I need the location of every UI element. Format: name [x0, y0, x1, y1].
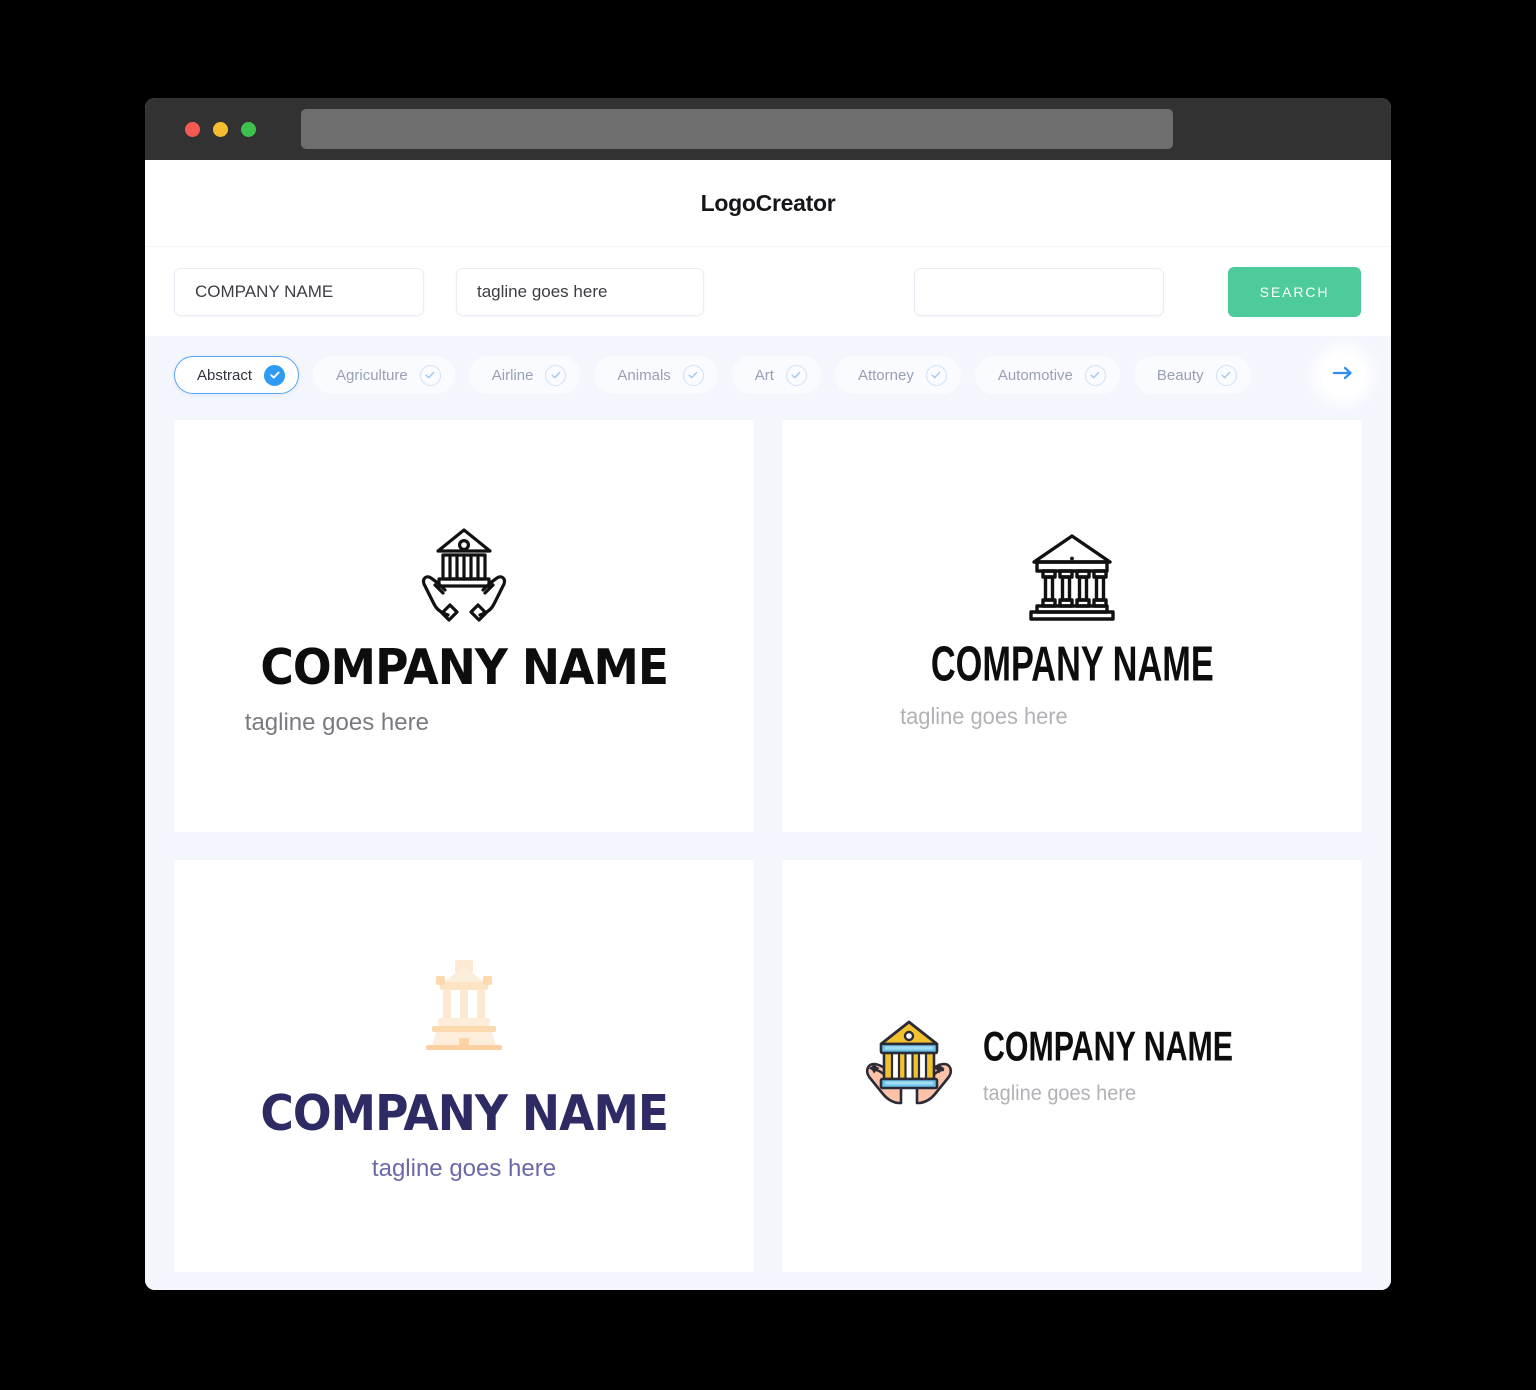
category-chip-art[interactable]: Art	[731, 356, 821, 394]
company-name-value: COMPANY NAME	[195, 281, 334, 301]
company-name-input[interactable]: COMPANY NAME	[174, 267, 424, 316]
category-chip-automotive[interactable]: Automotive	[974, 356, 1120, 394]
check-icon	[682, 364, 704, 386]
logo-card-1[interactable]: COMPANY NAME tagline goes here	[174, 420, 754, 832]
category-chip-label: Automotive	[997, 366, 1073, 384]
bank-in-hands-outline-icon	[412, 518, 516, 627]
check-icon	[1215, 364, 1237, 386]
check-icon	[545, 364, 567, 386]
logo-card-4[interactable]: COMPANY NAME tagline goes here	[782, 860, 1362, 1272]
browser-window: LogoCreator COMPANY NAME tagline goes he…	[145, 98, 1391, 1290]
logo-results-grid: COMPANY NAME tagline goes here COMPANY N…	[145, 414, 1391, 1290]
url-bar[interactable]	[301, 109, 1173, 149]
logo-company-name: COMPANY NAME	[260, 1084, 669, 1142]
logo-text-block: COMPANY NAME tagline goes here	[245, 643, 683, 735]
bank-building-peach-flat-icon	[412, 952, 516, 1057]
logo-card-2[interactable]: COMPANY NAME tagline goes here	[782, 420, 1362, 832]
check-icon	[264, 364, 286, 386]
check-icon	[1084, 364, 1106, 386]
tagline-input[interactable]: tagline goes here	[456, 267, 704, 316]
logo-tagline: tagline goes here	[371, 1154, 557, 1182]
keyword-input[interactable]	[914, 267, 1164, 316]
category-chip-label: Agriculture	[336, 366, 408, 384]
category-chip-label: Beauty	[1156, 366, 1204, 384]
arrow-right-icon	[1332, 365, 1354, 386]
category-chip-label: Animals	[617, 366, 671, 384]
category-chip-agriculture[interactable]: Agriculture	[313, 356, 455, 394]
category-chip-airline[interactable]: Airline	[468, 356, 581, 394]
logo-company-name: COMPANY NAME	[260, 638, 669, 696]
category-chip-abstract[interactable]: Abstract	[174, 356, 300, 394]
logo-text-block: COMPANY NAME tagline goes here	[891, 637, 1254, 729]
logo-tagline: tagline goes here	[982, 1082, 1136, 1105]
tagline-value: tagline goes here	[477, 281, 608, 301]
logo-card-3[interactable]: COMPANY NAME tagline goes here	[174, 860, 754, 1272]
category-chip-label: Airline	[491, 366, 534, 384]
category-chip-attorney[interactable]: Attorney	[834, 356, 961, 394]
app-header: LogoCreator	[145, 160, 1391, 246]
category-chips-row: Abstract Agriculture Airline Animals Art…	[145, 336, 1391, 414]
logo-company-name: COMPANY NAME	[982, 1023, 1233, 1070]
category-chip-label: Art	[754, 366, 774, 384]
categories-next-button[interactable]	[1321, 353, 1365, 397]
logo-tagline: tagline goes here	[244, 708, 429, 736]
app-brand-title: LogoCreator	[700, 189, 836, 216]
check-icon	[419, 364, 441, 386]
category-chip-label: Abstract	[197, 366, 253, 384]
category-chip-label: Attorney	[857, 366, 914, 384]
check-icon	[925, 364, 947, 386]
close-window-button[interactable]	[185, 121, 200, 137]
browser-titlebar	[145, 98, 1391, 160]
traffic-lights	[185, 121, 256, 137]
logo-company-name: COMPANY NAME	[930, 637, 1214, 692]
logo-text-block: COMPANY NAME tagline goes here	[982, 1023, 1288, 1105]
logo-text-block: COMPANY NAME tagline goes here	[245, 1089, 683, 1181]
maximize-window-button[interactable]	[241, 121, 256, 137]
category-chip-beauty[interactable]: Beauty	[1133, 356, 1251, 394]
category-chip-animals[interactable]: Animals	[594, 356, 718, 394]
bank-in-hands-color-icon	[857, 1012, 961, 1121]
screenshot-root: LogoCreator COMPANY NAME tagline goes he…	[0, 0, 1536, 1390]
logo-tagline: tagline goes here	[899, 703, 1068, 729]
bank-building-outline-icon	[1023, 524, 1121, 627]
search-button[interactable]: SEARCH	[1228, 266, 1361, 317]
check-icon	[785, 364, 807, 386]
minimize-window-button[interactable]	[213, 121, 228, 137]
search-bar: COMPANY NAME tagline goes here SEARCH	[145, 246, 1391, 336]
